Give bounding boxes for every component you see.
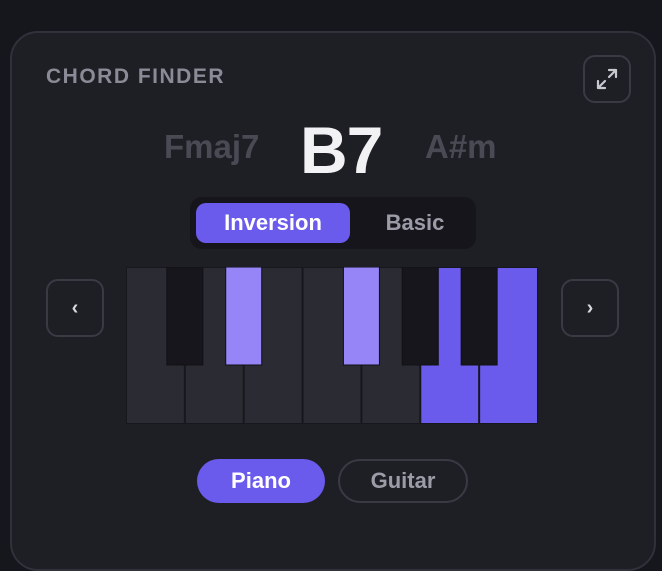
instrument-option-piano[interactable]: Piano [197,459,325,503]
black-key[interactable] [401,267,439,366]
mode-option-inversion[interactable]: Inversion [196,203,350,243]
mode-toggle: Inversion Basic [190,197,476,249]
expand-icon [596,68,618,90]
black-key[interactable] [342,267,380,366]
black-key[interactable] [460,267,498,366]
previous-chord[interactable]: Fmaj7 [164,130,259,163]
chevron-right-icon: › [586,297,594,319]
instrument-option-guitar[interactable]: Guitar [338,459,468,503]
black-key[interactable] [166,267,204,366]
current-chord: B7 [300,113,383,187]
next-voicing-button[interactable]: › [561,279,619,337]
previous-voicing-button[interactable]: ‹ [46,279,104,337]
expand-button[interactable] [583,55,631,103]
widget-title: CHORD FINDER [46,65,225,88]
chevron-left-icon: ‹ [71,297,79,319]
mode-option-basic[interactable]: Basic [360,203,470,243]
piano-keyboard [126,267,538,424]
next-chord[interactable]: A#m [425,130,497,163]
black-key[interactable] [225,267,263,366]
